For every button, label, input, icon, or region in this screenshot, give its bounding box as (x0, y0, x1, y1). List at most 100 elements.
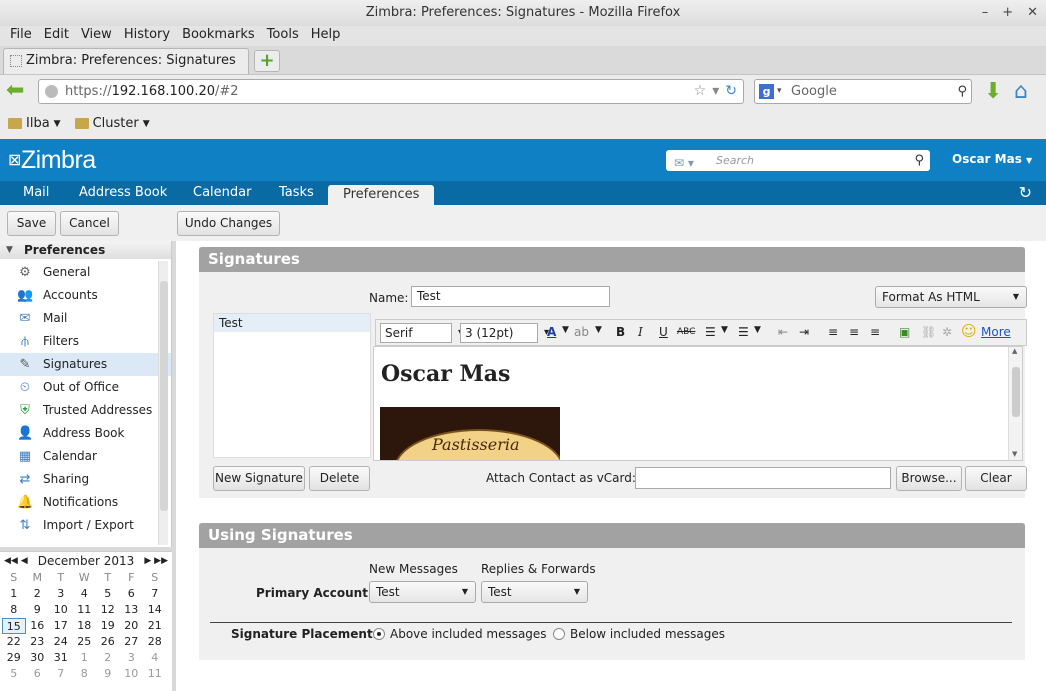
menu-view[interactable]: View (75, 26, 118, 46)
calendar-day[interactable]: 4 (73, 586, 97, 602)
menu-file[interactable]: File (4, 26, 38, 46)
calendar-day[interactable]: 2 (96, 650, 120, 666)
sidebar-item-accounts[interactable]: 👥 Accounts (0, 284, 171, 307)
scroll-down-icon[interactable]: ▼ (1012, 450, 1017, 458)
outdent-icon[interactable]: ⇤ (778, 325, 788, 339)
bookmark-star-icon[interactable]: ☆ (694, 80, 707, 103)
bullet-list-icon[interactable]: ☰ (705, 325, 716, 339)
new-tab-button[interactable]: + (254, 50, 280, 72)
chevron-down-icon[interactable]: ▼ (595, 325, 602, 335)
vcard-input[interactable] (635, 467, 891, 489)
search-icon[interactable]: ⚲ (957, 80, 967, 103)
calendar-day[interactable]: 7 (143, 586, 167, 602)
google-icon[interactable]: g (759, 84, 774, 99)
calendar-day[interactable]: 16 (26, 618, 50, 634)
font-color-icon[interactable]: A (547, 325, 556, 339)
calendar-day[interactable]: 24 (49, 634, 73, 650)
calendar-day[interactable]: 2 (26, 586, 50, 602)
zimbra-search-input[interactable]: ✉ ▾ Search ⚲ (666, 150, 930, 171)
above-messages-label[interactable]: Above included messages (390, 627, 547, 641)
calendar-day[interactable]: 18 (73, 618, 97, 634)
calendar-day[interactable]: 6 (120, 586, 144, 602)
calendar-day[interactable]: 10 (49, 602, 73, 618)
search-icon[interactable]: ⚲ (914, 150, 924, 171)
strikethrough-icon[interactable]: ABC (677, 327, 695, 337)
clear-button[interactable]: Clear (965, 466, 1027, 491)
signature-editor[interactable]: Oscar Mas Pastisseria ▲ ▼ (373, 346, 1023, 461)
font-family-select[interactable]: Serif (380, 323, 463, 343)
replies-signature-select[interactable]: Test (481, 581, 588, 603)
bookmark-folder-cluster[interactable]: Cluster ▼ (74, 116, 150, 131)
scroll-up-icon[interactable]: ▲ (1012, 347, 1017, 355)
calendar-day[interactable]: 17 (49, 618, 73, 634)
sidebar-item-general[interactable]: ⚙ General (0, 261, 171, 284)
history-dropdown-icon[interactable]: ▾ (712, 80, 719, 103)
back-arrow-icon[interactable]: ⬅ (6, 80, 32, 104)
above-messages-radio[interactable] (373, 628, 385, 640)
calendar-day[interactable]: 5 (96, 586, 120, 602)
tab-mail[interactable]: Mail (23, 185, 49, 200)
align-left-icon[interactable]: ≡ (828, 325, 838, 339)
calendar-day[interactable]: 9 (26, 602, 50, 618)
sidebar-item-out-of-office[interactable]: ⏲ Out of Office (0, 376, 171, 399)
search-type-mail-icon[interactable]: ✉ ▾ (674, 153, 694, 174)
engine-dropdown-icon[interactable]: ▾ (777, 80, 782, 103)
calendar-day-today[interactable]: 15 (2, 618, 26, 634)
maximize-button[interactable]: + (1002, 0, 1013, 26)
save-button[interactable]: Save (7, 211, 56, 236)
format-select[interactable]: Format As HTML (875, 286, 1027, 308)
menu-edit[interactable]: Edit (38, 26, 75, 46)
highlight-color-icon[interactable]: ab (574, 325, 589, 339)
delete-signature-button[interactable]: Delete (309, 466, 370, 491)
new-signature-button[interactable]: New Signature (213, 466, 305, 491)
underline-icon[interactable]: U (659, 325, 668, 339)
indent-icon[interactable]: ⇥ (799, 325, 809, 339)
chevron-down-icon[interactable]: ▼ (721, 325, 728, 335)
prev-year-icon[interactable]: ◀◀ ◀ (4, 552, 28, 570)
minimize-button[interactable]: – (982, 0, 989, 26)
calendar-day[interactable]: 3 (49, 586, 73, 602)
calendar-day[interactable]: 1 (2, 586, 26, 602)
calendar-day[interactable]: 20 (120, 618, 144, 634)
calendar-day[interactable]: 11 (143, 666, 167, 682)
tab-address-book[interactable]: Address Book (79, 185, 167, 200)
sidebar-item-notifications[interactable]: 🔔 Notifications (0, 491, 171, 514)
chevron-down-icon[interactable]: ▼ (562, 325, 569, 335)
calendar-day[interactable]: 8 (73, 666, 97, 682)
browser-tab[interactable]: Zimbra: Preferences: Signatures (3, 48, 249, 74)
cancel-button[interactable]: Cancel (60, 211, 119, 236)
sidebar-scrollbar[interactable] (158, 261, 168, 545)
sidebar-item-signatures[interactable]: ✎ Signatures (0, 353, 171, 376)
sidebar-item-import-export[interactable]: ⇅ Import / Export (0, 514, 171, 537)
calendar-day[interactable]: 25 (73, 634, 97, 650)
calendar-day[interactable]: 4 (143, 650, 167, 666)
calendar-day[interactable]: 6 (26, 666, 50, 682)
sidebar-item-mail[interactable]: ✉ Mail (0, 307, 171, 330)
refresh-icon[interactable]: ↻ (1019, 183, 1032, 202)
sidebar-item-filters[interactable]: ⫛ Filters (0, 330, 171, 353)
calendar-day[interactable]: 7 (49, 666, 73, 682)
tab-calendar[interactable]: Calendar (193, 185, 251, 200)
calendar-day[interactable]: 21 (143, 618, 167, 634)
calendar-day[interactable]: 1 (73, 650, 97, 666)
user-menu[interactable]: Oscar Mas ▼ (952, 152, 1032, 166)
calendar-day[interactable]: 19 (96, 618, 120, 634)
home-icon[interactable]: ⌂ (1014, 79, 1028, 104)
calendar-day[interactable]: 13 (120, 602, 144, 618)
scrollbar-thumb[interactable] (1012, 367, 1020, 417)
calendar-day[interactable]: 23 (26, 634, 50, 650)
calendar-day[interactable]: 8 (2, 602, 26, 618)
align-right-icon[interactable]: ≡ (870, 325, 880, 339)
sidebar-item-sharing[interactable]: ⇄ Sharing (0, 468, 171, 491)
below-messages-label[interactable]: Below included messages (570, 627, 725, 641)
insert-image-icon[interactable]: ▣ (899, 325, 910, 339)
italic-icon[interactable]: I (638, 325, 643, 339)
tab-preferences[interactable]: Preferences (328, 185, 435, 205)
calendar-day[interactable]: 11 (73, 602, 97, 618)
sidebar-item-address-book[interactable]: 👤 Address Book (0, 422, 171, 445)
calendar-day[interactable]: 9 (96, 666, 120, 682)
numbered-list-icon[interactable]: ☰ (738, 325, 749, 339)
zimbra-logo[interactable]: ⊠Zimbra (8, 146, 96, 175)
bold-icon[interactable]: B (616, 325, 625, 339)
scrollbar-thumb[interactable] (160, 281, 168, 511)
